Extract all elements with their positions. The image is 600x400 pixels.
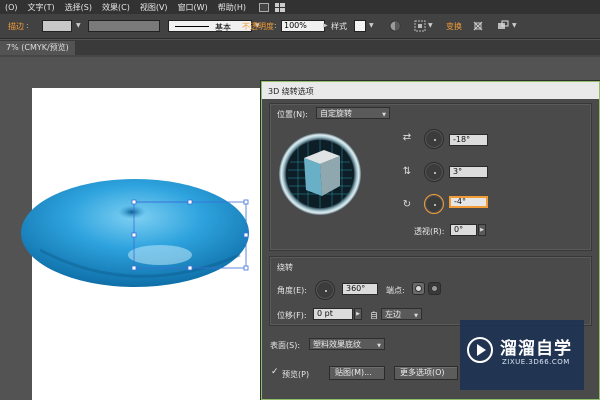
chevron-down-icon[interactable]: ▼ (428, 22, 433, 29)
map-button[interactable]: 贴图(M)... (329, 366, 385, 380)
chevron-down-icon: ▼ (377, 343, 381, 349)
position-dropdown-value: 自定旋转 (320, 109, 352, 118)
z-rotation-dial[interactable] (424, 194, 444, 214)
document-tab[interactable]: 7% (CMYK/预览) (0, 41, 75, 55)
transform-label[interactable]: 变换 (446, 21, 462, 32)
opacity-label[interactable]: 不透明度 (242, 21, 274, 32)
stroke-label[interactable]: 描边 (8, 21, 24, 32)
position-dropdown[interactable]: 自定旋转 ▼ (316, 107, 390, 119)
control-bar: 描边 : ▼ 基本 ▼ 不透明度 : 100% ▶ 样式 ▼ ▼ 变换 ▼ (0, 14, 600, 39)
chevron-down-icon: ▼ (382, 112, 386, 118)
chevron-down-icon[interactable]: ▼ (76, 22, 81, 29)
chevron-down-icon[interactable]: ▼ (512, 22, 517, 29)
angle-label: 角度(E): (277, 286, 307, 295)
surface-dropdown[interactable]: 塑料效果底纹 ▼ (309, 338, 385, 350)
menu-item-help[interactable]: 帮助(H) (213, 2, 251, 13)
y-rotation-field[interactable]: 3° (449, 166, 488, 178)
watermark: 溜溜自学 ZIXUE.3D66.COM (460, 320, 584, 390)
menu-item-type[interactable]: 文字(T) (23, 2, 60, 13)
from-dropdown-value: 左边 (385, 310, 401, 319)
offset-slider-arrow[interactable]: ▶ (354, 308, 362, 320)
chevron-down-icon: ▼ (414, 313, 418, 319)
watermark-title: 溜溜自学 (500, 339, 572, 359)
isolate-icon[interactable] (472, 20, 484, 32)
menu-item-select[interactable]: 选择(S) (60, 2, 97, 13)
dialog-title[interactable]: 3D 绕转选项 (262, 82, 599, 99)
position-label: 位置(N): (277, 110, 308, 119)
offset-field[interactable]: 0 pt (313, 308, 353, 320)
style-label: 样式 (331, 22, 347, 31)
graphic-style-swatch[interactable] (354, 20, 366, 32)
angle-field[interactable]: 360° (342, 283, 378, 295)
angle-dial[interactable] (315, 280, 335, 300)
x-rotation-dial[interactable] (424, 129, 444, 149)
workspace-grid-icon[interactable] (274, 2, 285, 12)
offset-label: 位移(F): (277, 311, 307, 320)
stroke-profile-label: 基本 (215, 23, 231, 32)
menu-item-effect[interactable]: 效果(C) (97, 2, 135, 13)
caps-label: 端点: (386, 286, 405, 295)
y-rotation-dial[interactable] (424, 162, 444, 182)
menu-item-object[interactable]: (O) (0, 3, 23, 12)
fill-swatch[interactable] (42, 20, 72, 32)
cap-on-button[interactable] (412, 282, 425, 295)
perspective-label: 透视(R): (414, 227, 445, 236)
from-dropdown[interactable]: 左边 ▼ (381, 308, 422, 320)
surface-label: 表面(S): (270, 341, 301, 350)
opacity-colon: : (274, 21, 277, 30)
surface-dropdown-value: 塑料效果底纹 (313, 340, 361, 349)
perspective-field[interactable]: 0° (450, 224, 477, 236)
from-label: 自 (370, 311, 378, 320)
rotate-x-axis-icon: ⇄ (402, 132, 412, 143)
chevron-down-icon[interactable]: ▶ (323, 22, 328, 29)
rotate-y-axis-icon: ⇅ (402, 166, 412, 177)
stroke-profile-dropdown[interactable]: 基本 (168, 20, 252, 32)
menu-item-view[interactable]: 视图(V) (135, 2, 173, 13)
br-icon[interactable] (258, 2, 269, 12)
play-logo-icon (467, 337, 493, 363)
opacity-field[interactable]: 100% (281, 20, 325, 32)
recolor-icon[interactable] (389, 20, 401, 32)
perspective-slider-arrow[interactable]: ▶ (478, 224, 486, 236)
stroke-colon: : (26, 21, 29, 30)
menu-item-window[interactable]: 窗口(W) (173, 2, 213, 13)
x-rotation-field[interactable]: -18° (449, 134, 488, 146)
cap-off-button[interactable] (428, 282, 441, 295)
ruler-strip (0, 55, 600, 57)
align-icon[interactable] (414, 20, 426, 32)
arrange-icon[interactable] (497, 20, 509, 32)
rotate-z-axis-icon: ↻ (402, 199, 412, 210)
preview-label[interactable]: 预览(P) (282, 369, 309, 380)
stroke-profile-line (175, 26, 209, 27)
stroke-weight-field[interactable] (88, 20, 160, 32)
rotation-track-cube[interactable] (278, 132, 362, 216)
watermark-url: ZIXUE.3D66.COM (502, 358, 570, 366)
chevron-down-icon[interactable]: ▼ (369, 22, 374, 29)
revolve-section-title: 绕转 (277, 263, 293, 272)
document-tab-bar: 7% (CMYK/预览) (0, 40, 600, 55)
z-rotation-field[interactable]: -4° (449, 196, 488, 208)
more-options-button[interactable]: 更多选项(O) (394, 366, 458, 380)
menu-bar: (O) 文字(T) 选择(S) 效果(C) 视图(V) 窗口(W) 帮助(H) (0, 0, 600, 14)
preview-checkbox[interactable]: ✓ (271, 367, 279, 377)
